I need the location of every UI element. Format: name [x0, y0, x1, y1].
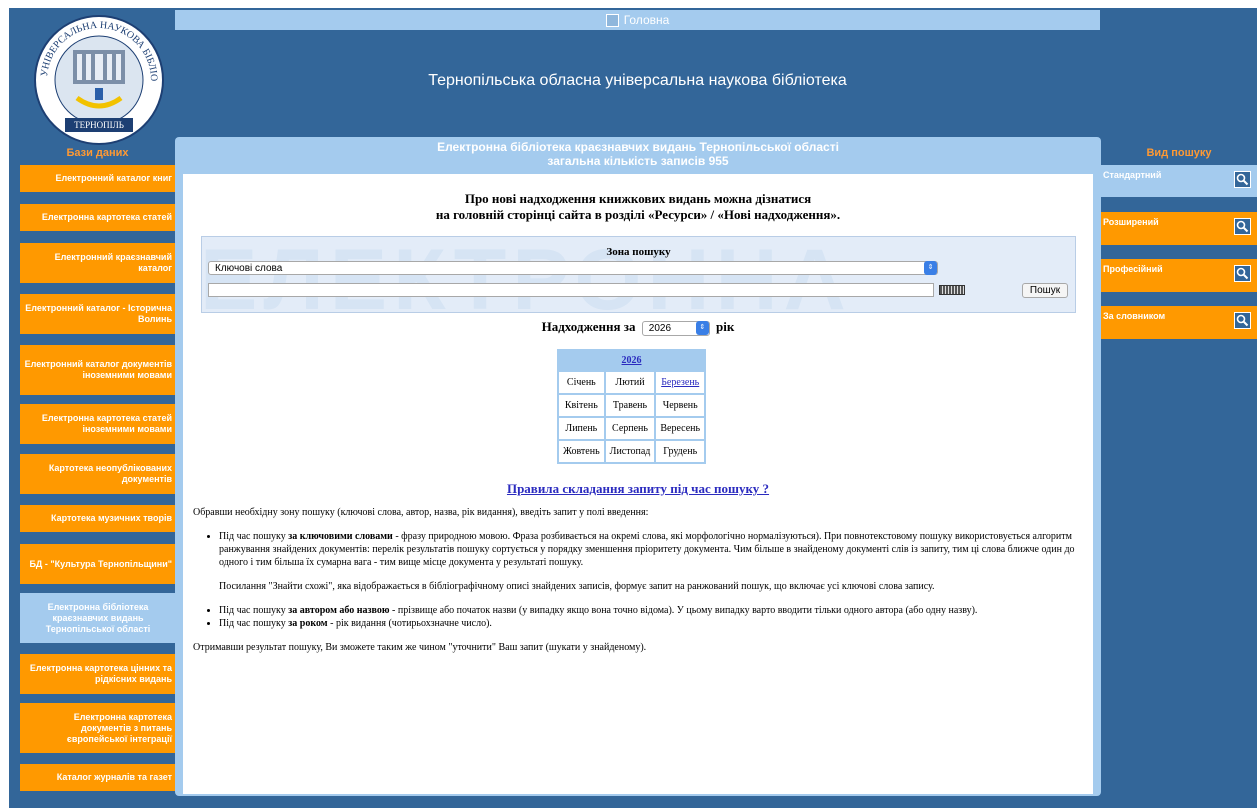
- help-text: - рік видання (чотирьохзначне число).: [327, 618, 492, 629]
- notice-line: на головній сторінці сайта в розділі «Ре…: [435, 207, 841, 222]
- help-bold: за автором або назвою: [288, 605, 390, 616]
- notice-line: Про нові надходження книжкових видань мо…: [464, 191, 812, 206]
- help-item-author: Під час пошуку за автором або назвою - п…: [219, 604, 1078, 617]
- months-calendar: 2026 Січень Лютий Березень Квітень Траве…: [557, 349, 707, 464]
- search-type-professional[interactable]: Професійний: [1101, 259, 1257, 292]
- home-link[interactable]: Головна: [624, 13, 670, 27]
- arrivals-suffix: рік: [716, 319, 735, 334]
- search-type-label: Стандартний: [1103, 170, 1162, 180]
- search-type-label: Розширений: [1103, 217, 1159, 227]
- month-cell: Січень: [559, 372, 604, 393]
- help-item-year: Під час пошуку за роком - рік видання (ч…: [219, 617, 1078, 630]
- sidebar-item-eu-integration[interactable]: Електронна картотека документів з питань…: [20, 703, 176, 753]
- search-type-label: Професійний: [1103, 264, 1163, 274]
- month-cell: Лютий: [605, 372, 655, 393]
- sidebar-item-foreign-articles[interactable]: Електронна картотека статей іноземними м…: [20, 404, 176, 444]
- top-bar: Головна: [175, 10, 1100, 30]
- month-cell: Березень: [656, 372, 705, 393]
- month-cell: Червень: [656, 395, 705, 416]
- month-link-march[interactable]: Березень: [661, 377, 699, 388]
- month-cell: Серпень: [605, 418, 655, 439]
- databases-title: Бази даних: [66, 147, 129, 159]
- help-text: Під час пошуку: [219, 605, 289, 616]
- sidebar-item-foreign-docs[interactable]: Електронний каталог документів іноземним…: [20, 345, 176, 395]
- arrivals-prefix: Надходження за: [541, 319, 636, 334]
- sidebar-item-music-works[interactable]: Картотека музичних творів: [20, 505, 176, 532]
- search-type-standard[interactable]: Стандартний: [1101, 165, 1257, 197]
- help-similar-note: Посилання "Знайти схожі", яка відображає…: [219, 581, 935, 592]
- sidebar-item-books-catalog[interactable]: Електронний каталог книг: [20, 165, 176, 192]
- month-cell: Квітень: [559, 395, 604, 416]
- month-cell: Вересень: [656, 418, 705, 439]
- year-selected: 2026: [648, 322, 672, 334]
- search-type-dictionary[interactable]: За словником: [1101, 306, 1257, 339]
- month-cell: Жовтень: [559, 441, 604, 462]
- keyboard-icon[interactable]: [939, 285, 965, 295]
- select-arrows-icon[interactable]: ⇕: [695, 320, 709, 335]
- search-type-extended[interactable]: Розширений: [1101, 212, 1257, 245]
- month-cell: Липень: [559, 418, 604, 439]
- search-help-text: Обравши необхідну зону пошуку (ключові с…: [193, 506, 1078, 654]
- sidebar-item-e-library-active[interactable]: Електронна бібліотека краєзнавчих видань…: [20, 593, 176, 643]
- search-zone-label: Зона пошуку: [606, 246, 671, 258]
- main-heading: Електронна бібліотека краєзнавчих видань…: [175, 140, 1101, 168]
- help-outro: Отримавши результат пошуку, Ви зможете т…: [193, 642, 647, 653]
- search-zone: ЕЛЕКТРОННА Зона пошуку Ключові слова ⇕ П…: [201, 236, 1076, 313]
- calendar-year-cell: 2026: [559, 351, 705, 370]
- select-arrows-icon[interactable]: ⇕: [924, 261, 937, 275]
- search-icon[interactable]: [1234, 265, 1251, 282]
- sidebar-item-rare-editions[interactable]: Електронна картотека цінних та рідкісних…: [20, 654, 176, 694]
- search-icon[interactable]: [1234, 312, 1251, 329]
- search-type-title: Вид пошуку: [1146, 147, 1212, 159]
- arrivals-year-row: Надходження за 2026 ⇕ рік: [183, 318, 1093, 336]
- logo-city-text: ТЕРНОПІЛЬ: [74, 120, 124, 130]
- month-cell: Грудень: [656, 441, 705, 462]
- search-button[interactable]: Пошук: [1022, 283, 1068, 298]
- sidebar-item-local-lore-catalog[interactable]: Електронний краєзнавчий каталог: [20, 243, 176, 283]
- search-icon[interactable]: [1234, 171, 1251, 188]
- search-input[interactable]: [208, 283, 934, 297]
- search-zone-select[interactable]: Ключові слова ⇕: [208, 261, 938, 275]
- site-title: Тернопільська обласна універсальна науко…: [428, 72, 847, 89]
- help-text: Під час пошуку: [219, 618, 289, 629]
- sidebar-item-historical-volyn[interactable]: Електронний каталог - Історична Волинь: [20, 294, 176, 334]
- main-heading-count: загальна кількість записів 955: [547, 154, 729, 168]
- help-text: Під час пошуку: [219, 531, 289, 542]
- month-cell: Травень: [605, 395, 655, 416]
- search-zone-selected: Ключові слова: [215, 263, 283, 274]
- help-text: - прізвище або початок назви (у випадку …: [389, 605, 978, 616]
- help-bold: за ключовими словами: [288, 531, 393, 542]
- search-rules-link[interactable]: Правила складання запиту під час пошуку …: [183, 481, 1093, 497]
- calendar-year-link[interactable]: 2026: [622, 355, 642, 366]
- help-bold: за роком: [288, 618, 328, 629]
- month-cell: Листопад: [605, 441, 655, 462]
- library-logo[interactable]: ТЕРНОПІЛЬ УНІВЕРСАЛЬНА НАУКОВА БІБЛІОТЕК…: [33, 14, 165, 146]
- help-intro: Обравши необхідну зону пошуку (ключові с…: [193, 507, 649, 518]
- sidebar-item-articles-file[interactable]: Електронна картотека статей: [20, 204, 176, 231]
- help-item-keywords: Під час пошуку за ключовими словами - фр…: [219, 530, 1078, 593]
- content-area: Про нові надходження книжкових видань мо…: [183, 174, 1093, 794]
- main-heading-title: Електронна бібліотека краєзнавчих видань…: [437, 140, 839, 154]
- search-icon[interactable]: [1234, 218, 1251, 235]
- new-arrivals-notice: Про нові надходження книжкових видань мо…: [183, 191, 1093, 223]
- year-select[interactable]: 2026 ⇕: [641, 320, 710, 336]
- sidebar-item-journals-catalog[interactable]: Каталог журналів та газет: [20, 764, 176, 791]
- home-icon[interactable]: [605, 13, 619, 27]
- help-list: Під час пошуку за ключовими словами - фр…: [193, 530, 1078, 630]
- search-type-label: За словником: [1103, 311, 1166, 321]
- sidebar-item-unpublished-docs[interactable]: Картотека неопублікованих документів: [20, 454, 176, 494]
- main-panel: Електронна бібліотека краєзнавчих видань…: [175, 137, 1101, 796]
- sidebar-item-culture-db[interactable]: БД - "Культура Тернопільщини": [20, 544, 176, 584]
